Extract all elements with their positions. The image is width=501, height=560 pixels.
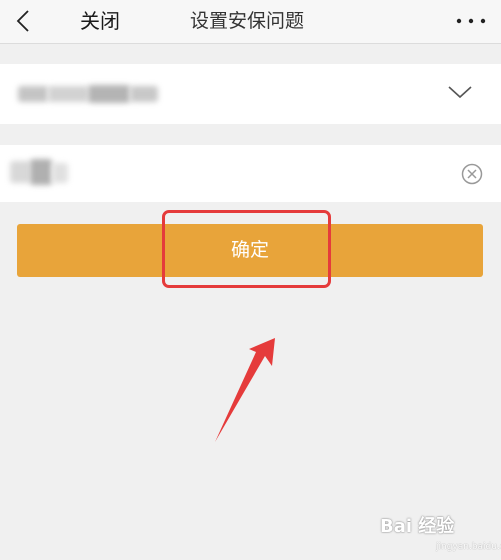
watermark-subtext: jingyan.baidu.com xyxy=(436,542,501,552)
annotation-arrow-icon xyxy=(215,338,275,442)
watermark-text: Bai 经验 xyxy=(380,516,455,537)
baidu-jingyan-watermark: Bai 经验 jingyan.baidu.com xyxy=(380,504,501,560)
